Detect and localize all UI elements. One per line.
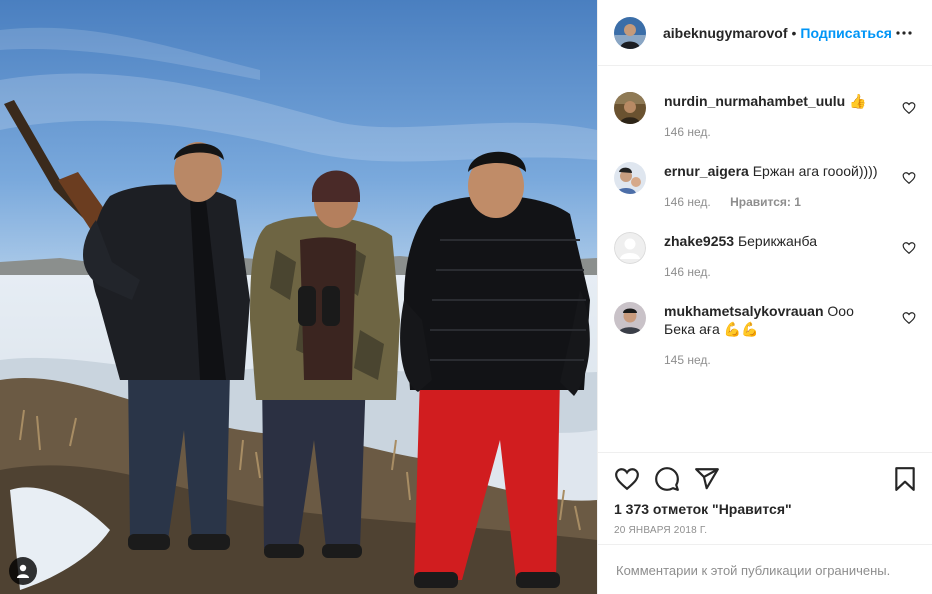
comment-avatar[interactable]: [614, 92, 646, 124]
comment-item: nurdin_nurmahambet_uulu 👍 146 нед.: [614, 92, 916, 152]
comment-age[interactable]: 146 нед.: [664, 265, 711, 279]
comment-avatar[interactable]: [614, 162, 646, 194]
comments-list[interactable]: nurdin_nurmahambet_uulu 👍 146 нед. ernur…: [598, 67, 932, 452]
comment-like-button[interactable]: [902, 101, 916, 115]
comment-text: Ержан ага гооой)))): [752, 163, 878, 179]
comment-meta: 146 нед.: [664, 265, 711, 279]
comment-meta: 145 нед.: [664, 353, 711, 367]
share-icon: [695, 468, 719, 490]
comment-icon: [655, 467, 679, 491]
comment-body: zhake9253 Берикжанба: [664, 232, 886, 250]
comment-avatar[interactable]: [614, 302, 646, 334]
post-author-username[interactable]: aibeknugymarovof: [663, 25, 787, 41]
comment-username[interactable]: mukhametsalykovrauan: [664, 303, 824, 319]
avatar-image: [614, 92, 646, 124]
post-image: [0, 0, 597, 594]
avatar-image: [614, 162, 646, 194]
person-icon: [17, 564, 29, 578]
heart-icon: [902, 172, 916, 185]
post-sidebar: aibeknugymarovof • Подписаться nurdin_nu…: [597, 0, 932, 594]
comment-username[interactable]: ernur_aigera: [664, 163, 749, 179]
comment-meta: 146 нед.: [664, 125, 711, 139]
comment-likes-count[interactable]: Нравится: 1: [730, 195, 801, 209]
comment-age[interactable]: 146 нед.: [664, 125, 711, 139]
comment-item: ernur_aigera Ержан ага гооой)))) 146 нед…: [614, 162, 916, 222]
comment-like-button[interactable]: [902, 241, 916, 255]
header-separator: •: [791, 24, 797, 41]
heart-icon: [902, 312, 916, 325]
post-photo[interactable]: [0, 0, 597, 594]
comments-restricted-notice: Комментарии к этой публикации ограничены…: [598, 544, 932, 594]
likes-count[interactable]: 1 373 отметок "Нравится": [614, 501, 792, 517]
comment-text: Берикжанба: [737, 233, 818, 249]
comment-avatar[interactable]: [614, 232, 646, 264]
post-date[interactable]: 20 января 2018 г.: [614, 525, 707, 536]
comment-age[interactable]: 146 нед.: [664, 195, 711, 209]
comment-item: zhake9253 Берикжанба 146 нед.: [614, 232, 916, 292]
user-tags-button[interactable]: [9, 557, 37, 585]
comment-age[interactable]: 145 нед.: [664, 353, 711, 367]
comment-like-button[interactable]: [902, 311, 916, 325]
avatar-image: [614, 302, 646, 334]
comment-body: mukhametsalykovrauan Ооо Бека аға 💪💪: [664, 302, 886, 338]
avatar[interactable]: [614, 16, 646, 49]
bookmark-icon: [895, 467, 915, 491]
comment-item: mukhametsalykovrauan Ооо Бека аға 💪💪 145…: [614, 302, 916, 382]
comment-body: nurdin_nurmahambet_uulu 👍: [664, 92, 886, 110]
share-button[interactable]: [694, 466, 720, 492]
action-bar: [614, 466, 916, 492]
heart-icon: [902, 102, 916, 115]
avatar-image: [614, 16, 646, 49]
post-header: aibeknugymarovof • Подписаться: [598, 0, 932, 66]
save-button[interactable]: [892, 466, 918, 492]
comment-like-button[interactable]: [902, 171, 916, 185]
comment-username[interactable]: zhake9253: [664, 233, 734, 249]
heart-icon: [902, 242, 916, 255]
post-actions: 1 373 отметок "Нравится" 20 января 2018 …: [598, 452, 932, 594]
comment-button[interactable]: [654, 466, 680, 492]
follow-button[interactable]: Подписаться: [800, 25, 892, 41]
more-options-button[interactable]: [892, 21, 916, 45]
like-button[interactable]: [614, 466, 640, 492]
comment-body: ernur_aigera Ержан ага гооой)))): [664, 162, 886, 180]
heart-icon: [615, 468, 639, 491]
more-horizontal-icon: [896, 30, 912, 35]
comment-username[interactable]: nurdin_nurmahambet_uulu: [664, 93, 845, 109]
default-avatar-icon: [614, 232, 646, 264]
comment-meta: 146 нед. Нравится: 1: [664, 195, 801, 209]
comment-text: 👍: [849, 93, 867, 109]
